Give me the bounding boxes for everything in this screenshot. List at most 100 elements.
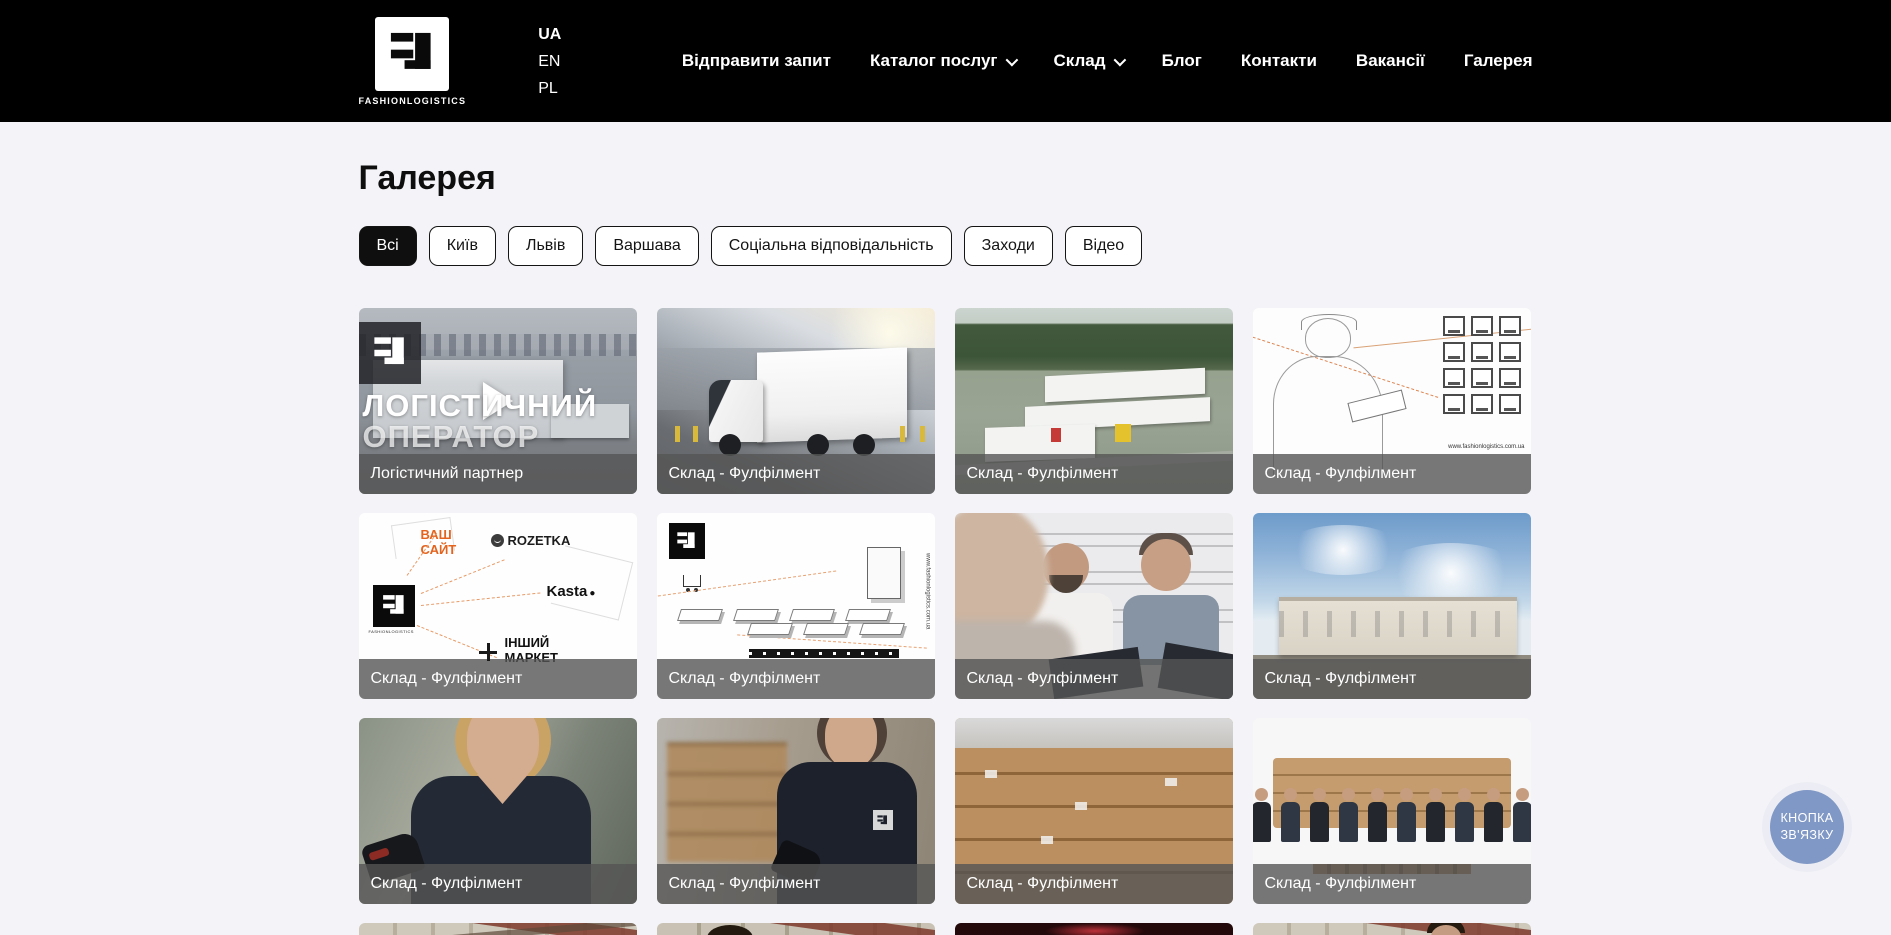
video-logo-icon [359,322,421,384]
shelf-beam [1253,923,1531,935]
nav-gallery[interactable]: Галерея [1464,51,1533,71]
dashed-arrow [420,559,504,594]
gallery-filters: Всі Київ Львів Варшава Соціальна відпові… [359,226,1533,266]
bollard [900,426,905,442]
watermark-url: www.fashionlogistics.com.ua [1448,444,1524,450]
gallery-card[interactable]: Склад - Фулфілмент [955,718,1233,904]
dashed-arrow [420,592,539,606]
conveyor-belt [749,649,899,658]
logo-mark-icon [375,17,449,91]
card-caption: Логістичний партнер [359,454,637,494]
card-caption: Склад - Фулфілмент [955,659,1233,699]
dashed-line [737,634,927,648]
card-caption: Склад - Фулфілмент [1253,659,1531,699]
person-head [707,925,753,935]
lang-en[interactable]: EN [538,52,561,71]
fl-logo-patch [873,810,893,830]
chevron-down-icon [1113,53,1126,66]
filter-video[interactable]: Відео [1065,226,1142,266]
site-header: FASHIONLOGISTICS UA EN PL Відправити зап… [0,0,1891,122]
nav-services-catalog[interactable]: Каталог послуг [870,51,1015,71]
gallery-card[interactable] [955,923,1233,935]
nav-blog[interactable]: Блог [1162,51,1202,71]
filter-kyiv[interactable]: Київ [429,226,496,266]
filter-events[interactable]: Заходи [964,226,1053,266]
filter-warsaw[interactable]: Варшава [595,226,698,266]
label-your-site: ВАШ САЙТ [421,527,471,557]
gallery-card[interactable]: ВАШ САЙТ ROZETKA Kasta ІНШИЙ МАРКЕТ FASH… [359,513,637,699]
kasta-logo: Kasta [547,583,596,600]
card-caption: Склад - Фулфілмент [1253,864,1531,904]
gallery-card[interactable]: Склад - Фулфілмент [657,718,935,904]
nav-warehouse[interactable]: Склад [1054,51,1123,71]
box-label [1165,778,1177,786]
card-caption: Склад - Фулфілмент [657,864,935,904]
fl-logo-caption: FASHIONLOGISTICS [369,629,414,634]
person-head [1141,539,1191,591]
nav-contacts[interactable]: Контакти [1241,51,1317,71]
move-cursor-icon [479,643,497,661]
gallery-card[interactable]: Склад - Фулфілмент [657,308,935,494]
filter-all[interactable]: Всі [359,226,417,266]
red-light [1045,923,1145,935]
logo[interactable]: FASHIONLOGISTICS [359,17,467,106]
person-face [825,718,877,768]
gallery-card[interactable]: Склад - Фулфілмент [955,308,1233,494]
gallery-card[interactable]: Склад - Фулфілмент [1253,718,1531,904]
bollard [693,426,698,442]
shelf-row [749,623,903,635]
fl-logo-icon [373,585,415,627]
card-caption: Склад - Фулфілмент [1253,454,1531,494]
gallery-card[interactable]: www.fashionlogistics.com.ua Склад - Фулф… [657,513,935,699]
truck-cab [709,380,763,442]
page-title: Галерея [359,159,1533,198]
logo-brand-text: FASHIONLOGISTICS [359,96,467,106]
gallery-card[interactable] [657,923,935,935]
wheel [807,434,829,456]
nav-vacancies[interactable]: Вакансії [1356,51,1425,71]
team-people [1253,788,1531,844]
wheel [719,434,741,456]
card-caption: Склад - Фулфілмент [955,864,1233,904]
main-content: Галерея Всі Київ Львів Варшава Соціальна… [359,159,1533,935]
card-caption: Склад - Фулфілмент [657,659,935,699]
gallery-card-video[interactable]: ЛОГІСТИЧНИЙ ОПЕРАТОР Логістичний партнер [359,308,637,494]
language-switcher: UA EN PL [538,25,561,98]
card-caption: Склад - Фулфілмент [359,864,637,904]
cart-icon [683,575,701,587]
fl-logo-icon [669,523,705,559]
card-caption: Склад - Фулфілмент [359,659,637,699]
nav-send-request[interactable]: Відправити запит [682,51,831,71]
rack-shape [867,547,901,599]
filter-social-responsibility[interactable]: Соціальна відповідальність [711,226,952,266]
gallery-card[interactable] [1253,923,1531,935]
gallery-card[interactable]: Склад - Фулфілмент [359,718,637,904]
bollard [920,426,925,442]
gallery-card[interactable]: Склад - Фулфілмент [1253,513,1531,699]
warehouse-ceiling [955,718,1233,748]
contact-fab[interactable]: КНОПКА ЗВ'ЯЗКУ [1762,782,1852,872]
watermark-url: www.fashionlogistics.com.ua [925,553,931,629]
filter-lviv[interactable]: Львів [508,226,583,266]
box-label [1041,836,1053,844]
rozetka-icon [491,534,504,547]
warehouse-building [1279,597,1517,655]
building-accent [1115,424,1131,442]
video-overlay-title: ЛОГІСТИЧНИЙ ОПЕРАТОР [363,390,598,452]
shelf-beam [657,923,935,935]
gallery-grid: ЛОГІСТИЧНИЙ ОПЕРАТОР Логістичний партнер… [359,308,1533,935]
box-label [1075,802,1087,810]
shelf-row [679,609,889,621]
lang-ua[interactable]: UA [538,25,561,44]
gallery-card[interactable]: www.fashionlogistics.com.ua Склад - Фулф… [1253,308,1531,494]
chevron-down-icon [1005,53,1018,66]
box-label [985,770,997,778]
lang-pl[interactable]: PL [538,79,561,98]
box-grid [1429,316,1521,414]
gallery-card[interactable] [359,923,637,935]
gallery-card[interactable]: Склад - Фулфілмент [955,513,1233,699]
building [1045,368,1205,402]
building-accent [1051,428,1061,442]
bollard [675,426,680,442]
blurred-boxes [667,742,787,862]
